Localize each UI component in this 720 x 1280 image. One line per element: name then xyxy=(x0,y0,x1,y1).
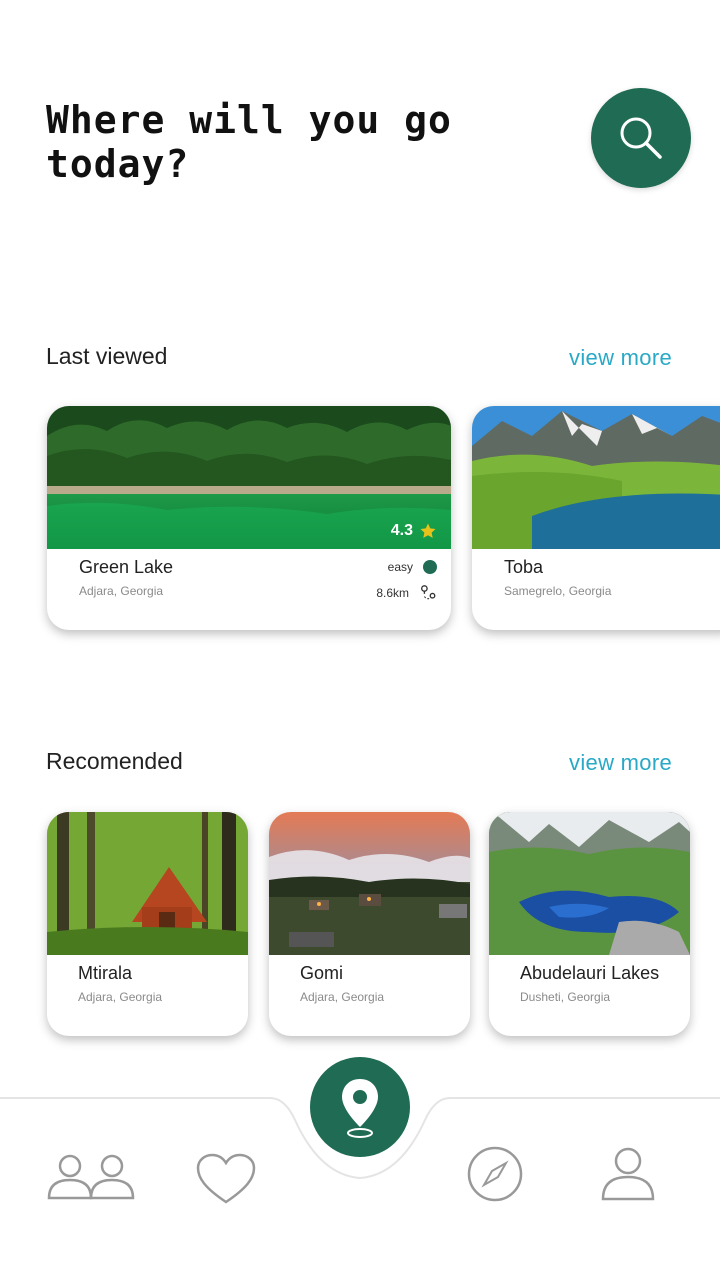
place-card-gomi[interactable]: Gomi Adjara, Georgia xyxy=(269,812,470,1036)
place-image xyxy=(269,812,470,955)
place-image xyxy=(472,406,720,549)
place-card-green-lake[interactable]: 4.3 Green Lake Adjara, Georgia easy 8.6k… xyxy=(47,406,451,630)
place-name: Green Lake xyxy=(79,557,174,577)
last-viewed-view-more[interactable]: view more xyxy=(569,345,672,371)
place-name: Mtirala xyxy=(78,963,133,983)
place-card-mtirala[interactable]: Mtirala Adjara, Georgia xyxy=(47,812,248,1036)
place-card-abudelauri-lakes[interactable]: Abudelauri Lakes Dusheti, Georgia xyxy=(489,812,690,1036)
profile-icon xyxy=(601,1147,655,1201)
place-name: Abudelauri Lakes xyxy=(520,963,660,983)
map-pin-icon xyxy=(342,1079,378,1138)
nav-profile[interactable] xyxy=(600,1145,656,1206)
place-name: Toba xyxy=(504,557,544,577)
place-image xyxy=(47,812,248,955)
nav-friends[interactable] xyxy=(46,1152,136,1205)
page-title: Where will you go today? xyxy=(46,98,452,186)
place-location: Adjara, Georgia xyxy=(79,584,164,598)
place-location: Adjara, Georgia xyxy=(300,990,385,1004)
place-image xyxy=(489,812,690,955)
place-card-toba[interactable]: Toba Samegrelo, Georgia xyxy=(472,406,720,630)
distance-label: 8.6km xyxy=(376,586,409,600)
place-location: Dusheti, Georgia xyxy=(520,990,611,1004)
nav-favorites[interactable] xyxy=(195,1152,257,1211)
map-button[interactable] xyxy=(310,1057,410,1157)
difficulty-label: easy xyxy=(387,560,413,574)
recommended-title: Recomended xyxy=(46,748,183,774)
difficulty-indicator xyxy=(423,560,437,574)
place-location: Samegrelo, Georgia xyxy=(504,584,612,598)
rating-value: 4.3 xyxy=(390,522,413,539)
nav-explore[interactable] xyxy=(466,1145,524,1208)
last-viewed-title: Last viewed xyxy=(46,343,168,369)
recommended-view-more[interactable]: view more xyxy=(569,750,672,776)
route-icon xyxy=(421,585,436,600)
place-location: Adjara, Georgia xyxy=(78,990,163,1004)
friends-icon xyxy=(47,1154,135,1200)
place-name: Gomi xyxy=(300,963,344,983)
star-icon xyxy=(420,523,436,538)
heart-icon xyxy=(196,1153,256,1204)
search-button[interactable] xyxy=(591,88,691,188)
compass-icon xyxy=(467,1146,523,1202)
search-icon xyxy=(620,117,662,159)
